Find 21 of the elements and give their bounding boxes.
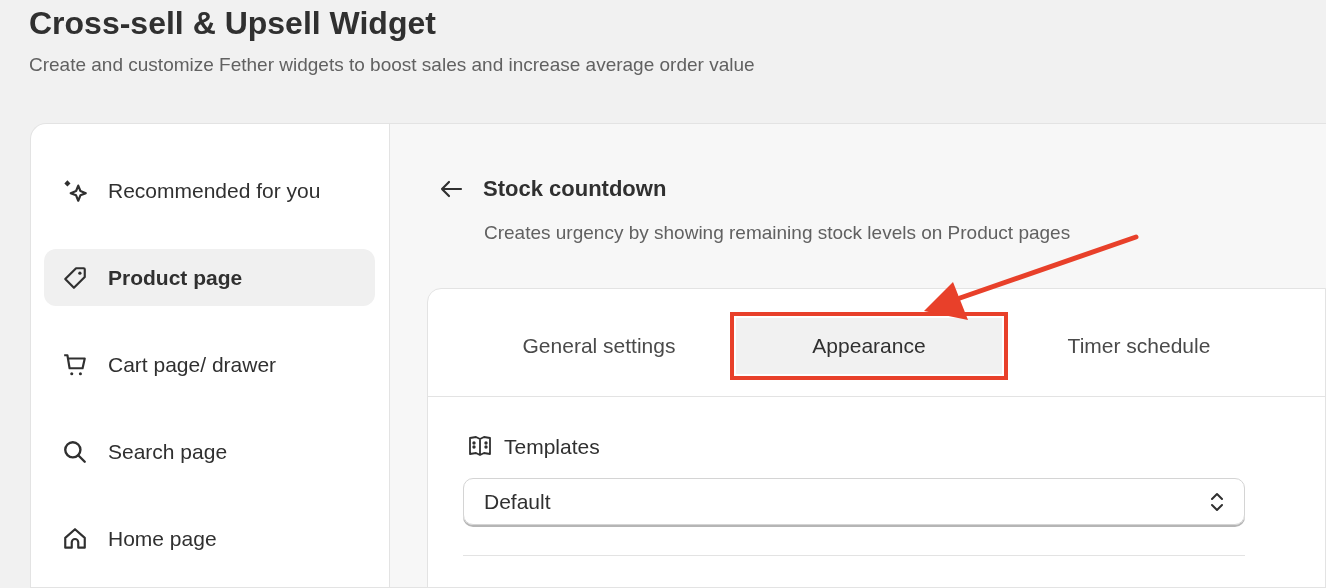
tab[interactable]: General settings (466, 317, 732, 374)
cart-icon (62, 351, 88, 378)
search-icon (62, 438, 88, 465)
sidebar-item[interactable]: Home page (44, 510, 375, 567)
sidebar-item[interactable]: Product page (44, 249, 375, 306)
home-icon (62, 525, 88, 552)
sidebar-item[interactable]: Search page (44, 423, 375, 480)
back-arrow-icon[interactable] (439, 178, 463, 199)
sidebar-item[interactable]: Recommended for you (44, 162, 375, 219)
widget-title: Stock countdown (483, 175, 667, 203)
tab[interactable]: Timer schedule (1006, 317, 1272, 374)
page-subtitle: Create and customize Fether widgets to boost sales and increase average order value (29, 53, 755, 77)
chevron-up-down-icon (1210, 490, 1224, 513)
book-icon (468, 434, 492, 459)
widget-description: Creates urgency by showing remaining stock levels on Product pages (484, 222, 1071, 243)
sidebar-item[interactable]: Cart page/ drawer (44, 336, 375, 393)
sparkle-icon (62, 177, 88, 204)
tag-icon (62, 264, 88, 291)
page-title: Cross-sell & Upsell Widget (29, 4, 436, 42)
template-select[interactable]: Default (463, 478, 1245, 525)
templates-label: Templates (504, 433, 600, 460)
